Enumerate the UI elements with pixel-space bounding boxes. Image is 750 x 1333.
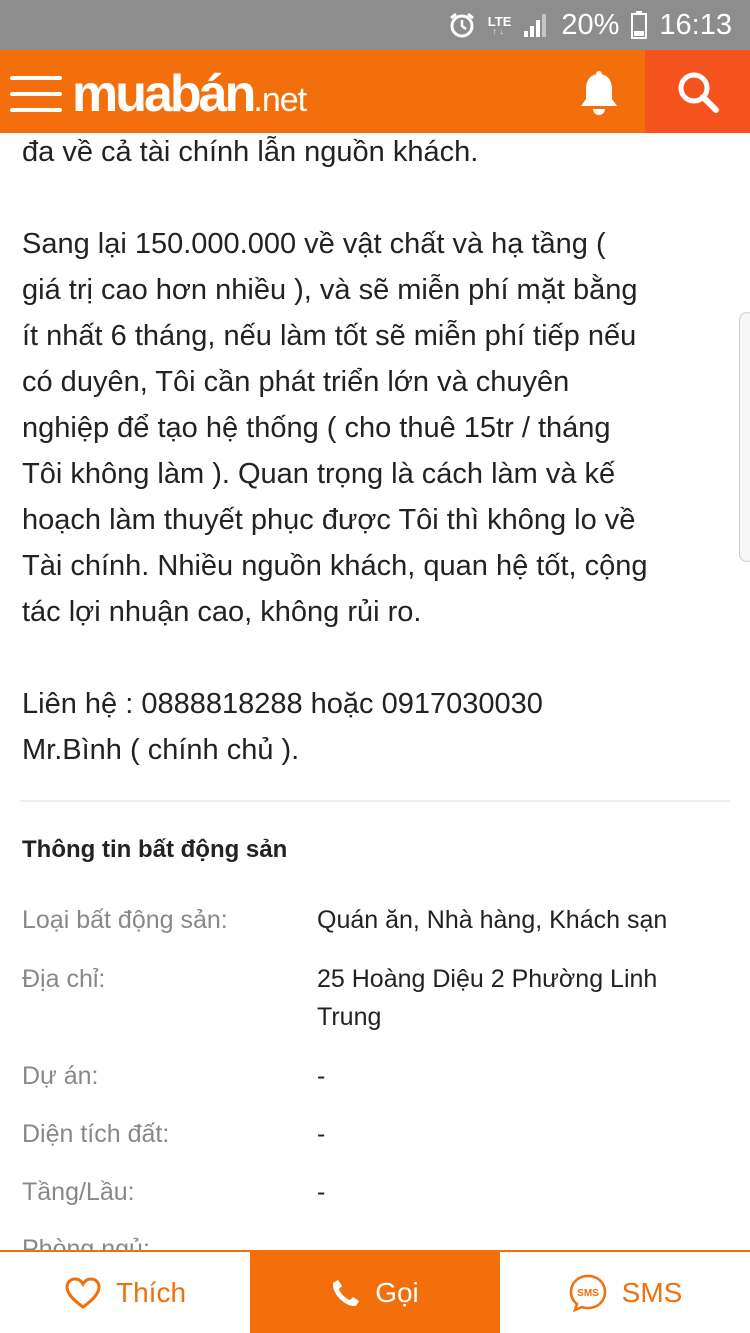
info-label: Địa chỉ: [22,965,106,993]
desc-line: có duyên, Tôi cần phát triển lớn và chuy… [22,366,570,398]
search-icon [678,72,719,113]
desc-line: Tôi không làm ). Quan trọng là cách làm … [22,458,616,490]
sms-icon: SMS [568,1273,608,1313]
desc-line: hoạch làm thuyết phục được Tôi thì không… [22,504,636,536]
property-info-title: Thông tin bất động sản [22,836,288,863]
info-label: Dự án: [22,1062,99,1090]
info-label: Tầng/Lầu: [22,1178,135,1206]
battery-icon [631,11,648,39]
clock: 16:13 [659,8,732,41]
app-screen: LTE ↑↓ 20% 16:13 muabán.net đa về cả tài… [0,0,750,1333]
site-logo[interactable]: muabán.net [72,64,307,137]
battery-percent: 20% [561,8,620,41]
scroll-handle[interactable] [739,312,750,562]
desc-line: giá trị cao hơn nhiều ), và sẽ miễn phí … [22,274,638,306]
logo-main-text: muabán [72,65,256,123]
desc-line: ít nhất 6 tháng, nếu làm tốt sẽ miễn phí… [22,320,637,352]
desc-line: Sang lại 150.000.000 về vật chất và hạ t… [22,228,606,260]
info-label: Diện tích đất: [22,1120,170,1148]
signal-icon [523,12,549,38]
info-value: - [317,1178,326,1206]
bottom-action-bar: Thích Gọi SMS SMS [0,1250,750,1333]
section-divider [20,800,730,802]
network-type: LTE ↑↓ [487,13,512,36]
alarm-icon [448,11,476,39]
bell-icon[interactable] [578,70,620,116]
heart-icon [64,1276,102,1310]
desc-line: Tài chính. Nhiều nguồn khách, quan hệ tố… [22,550,648,582]
info-value: - [317,1120,326,1148]
svg-text:SMS: SMS [577,1288,599,1299]
desc-line: Mr.Bình ( chính chủ ). [22,734,300,766]
desc-line: Liên hệ : 0888818288 hoặc 0917030030 [22,688,543,720]
desc-line: nghiệp để tạo hệ thống ( cho thuê 15tr /… [22,412,611,444]
phone-icon [331,1278,361,1308]
sms-button[interactable]: SMS SMS [500,1252,750,1333]
app-header: muabán.net [0,50,750,133]
listing-description: đa về cả tài chính lẫn nguồn khách. Sang… [22,133,730,773]
sms-label: SMS [621,1276,683,1308]
info-value: Quán ăn, Nhà hàng, Khách sạn [317,906,668,934]
like-button[interactable]: Thích [0,1252,250,1333]
menu-icon[interactable] [10,76,62,112]
info-value: 25 Hoàng Diệu 2 Phường Linh Trung [317,965,658,1031]
desc-line: đa về cả tài chính lẫn nguồn khách. [22,136,479,168]
info-value: - [317,1062,326,1090]
like-label: Thích [115,1276,187,1308]
status-bar: LTE ↑↓ 20% 16:13 [0,0,750,50]
info-label: Phòng ngủ: [22,1235,150,1250]
desc-line: tác lợi nhuận cao, không rủi ro. [22,596,422,628]
call-label: Gọi [375,1276,419,1308]
listing-content[interactable]: đa về cả tài chính lẫn nguồn khách. Sang… [0,133,750,1250]
logo-tld-text: .net [253,81,307,119]
info-label: Loại bất động sản: [22,906,228,934]
call-button[interactable]: Gọi [250,1252,500,1333]
search-button[interactable] [645,50,750,133]
